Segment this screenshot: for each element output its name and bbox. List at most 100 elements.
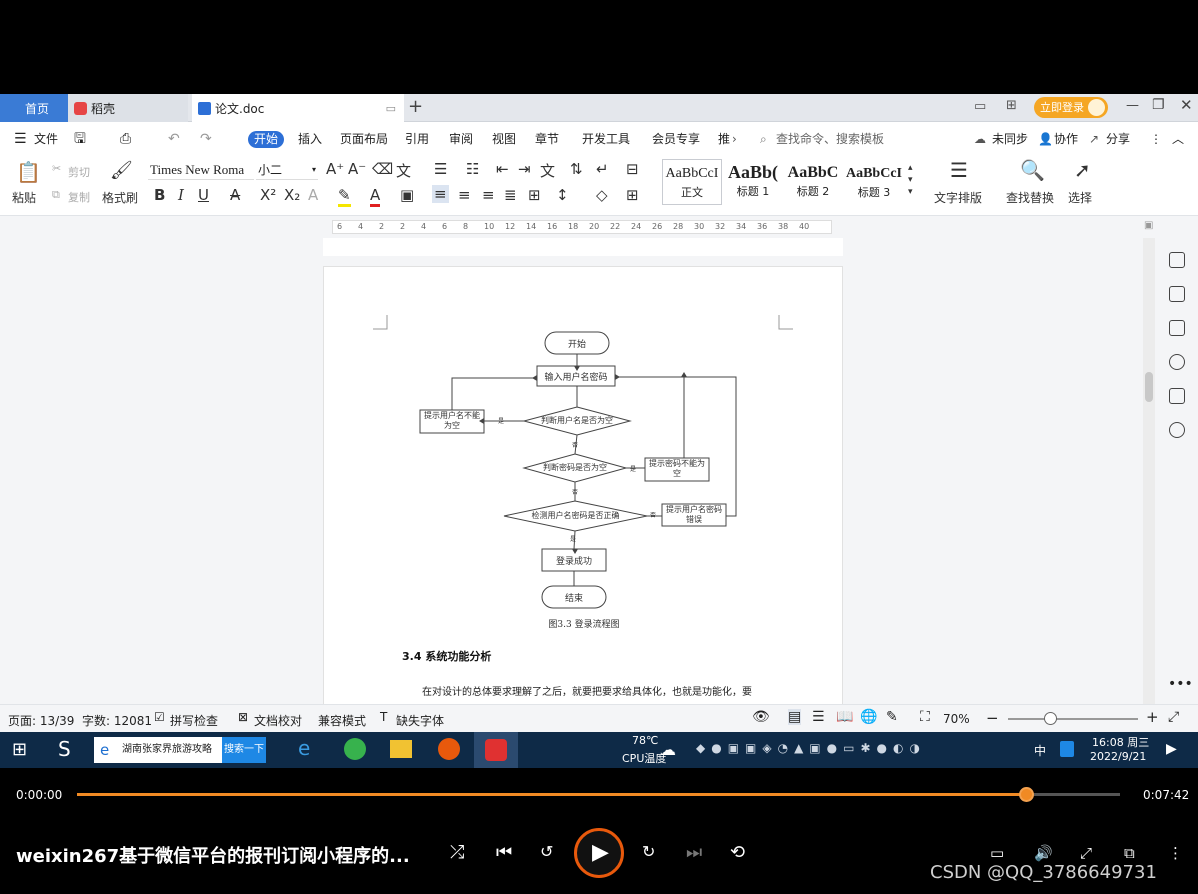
tab-references[interactable]: 引用 <box>405 122 429 156</box>
italic-icon[interactable]: I <box>178 186 184 204</box>
progress-handle[interactable] <box>1019 787 1035 802</box>
redo-icon[interactable]: ↷ <box>200 122 212 156</box>
more-player-icon[interactable]: ⋮ <box>1168 844 1183 862</box>
decrease-indent-icon[interactable]: ⇤ <box>496 160 509 178</box>
clear-format-icon[interactable]: ⌫ <box>372 160 393 178</box>
help-icon[interactable] <box>1169 354 1185 370</box>
zoom-level[interactable]: 70% <box>943 712 970 726</box>
tab-chapter[interactable]: 章节 <box>535 122 559 156</box>
bold-icon[interactable]: B <box>154 186 165 204</box>
tab-start[interactable]: 开始 <box>248 131 284 148</box>
shrink-font-icon[interactable]: A⁻ <box>348 160 366 178</box>
loop-icon[interactable]: ⟲ <box>730 842 745 863</box>
style-heading-1[interactable]: AaBb( 标题 1 <box>724 159 782 205</box>
clock-date[interactable]: 2022/9/21 <box>1090 750 1146 763</box>
command-search-input[interactable]: 查找命令、搜索模板 <box>776 122 884 156</box>
styles-scroll-icon[interactable]: ▴ ▾ ▾ <box>908 162 913 198</box>
vertical-scrollbar[interactable] <box>1143 238 1155 704</box>
cursor-icon[interactable] <box>1169 286 1185 302</box>
show-marks-icon[interactable]: ↵ <box>596 160 609 178</box>
select-cursor-icon[interactable]: ➚ <box>1074 158 1091 182</box>
browser-search-box[interactable]: e 湖南张家界旅游攻略 <box>94 737 222 763</box>
tab-view[interactable]: 视图 <box>492 122 516 156</box>
tab-document[interactable]: 论文.doc ▭ <box>192 94 404 122</box>
rewind-10-icon[interactable]: ↺ <box>540 842 553 861</box>
document-page[interactable]: 开始 输入用户名密码 判断用户名是否为空 提示用户名不能为空 判断密码是否为空 … <box>323 266 843 706</box>
collab-button[interactable]: 协作 <box>1054 122 1078 156</box>
close-icon[interactable]: ✕ <box>1180 96 1193 114</box>
save-icon[interactable]: 🖫 <box>74 122 86 156</box>
superscript-icon[interactable]: X² <box>260 186 276 204</box>
qq-icon[interactable] <box>1060 741 1074 757</box>
align-right-icon[interactable]: ≡ <box>482 186 495 204</box>
reading-mode-icon[interactable]: ▭ <box>974 99 986 114</box>
tab-home[interactable]: 首页 <box>0 94 68 122</box>
tab-dev-tools[interactable]: 开发工具 <box>582 122 630 156</box>
strikethrough-icon[interactable]: A <box>230 186 240 204</box>
style-normal[interactable]: AaBbCcI 正文 <box>662 159 722 205</box>
highlight-icon[interactable]: ✎ <box>338 186 351 207</box>
undo-icon[interactable]: ↶ <box>168 122 180 156</box>
fit-page-icon[interactable]: ⛶ <box>920 709 930 725</box>
forward-30-icon[interactable]: ↻ <box>642 842 655 861</box>
more-tools-icon[interactable]: ••• <box>1168 676 1193 692</box>
format-painter-icon[interactable]: 🖌 <box>110 160 133 181</box>
page-view-icon[interactable]: ▤ <box>788 709 802 725</box>
ime-indicator[interactable]: 中 <box>1034 742 1046 759</box>
scrollbar-thumb[interactable] <box>1145 372 1153 402</box>
zoom-slider[interactable] <box>1008 712 1138 725</box>
word-count[interactable]: 字数: 12081 <box>82 712 152 729</box>
eye-protect-icon[interactable]: 👁 <box>752 709 770 725</box>
underline-icon[interactable]: U <box>198 186 209 204</box>
login-button[interactable]: 立即登录 <box>1034 97 1108 118</box>
table-icon[interactable]: ⊟ <box>626 160 639 178</box>
fullscreen-icon[interactable]: ⤢ <box>1168 709 1179 725</box>
subtitle-icon[interactable]: ▭ <box>990 844 1004 862</box>
lightning-icon[interactable] <box>1169 422 1185 438</box>
grid-apps-icon[interactable]: ⊞ <box>1006 98 1017 113</box>
missing-font-button[interactable]: 缺失字体 <box>396 712 444 729</box>
new-tab-icon[interactable]: + <box>408 96 423 117</box>
number-list-icon[interactable]: ☷ <box>466 160 479 178</box>
bullet-list-icon[interactable]: ☰ <box>434 160 447 178</box>
cut-button[interactable]: 剪切 <box>68 164 90 180</box>
pip-icon[interactable]: ⧉ <box>1124 844 1135 862</box>
line-spacing-icon[interactable]: ↕ <box>556 186 569 204</box>
notification-icon[interactable]: ▶ <box>1166 741 1177 757</box>
font-family-select[interactable]: Times New Roma <box>148 160 254 180</box>
collapse-ribbon-icon[interactable]: ︿ <box>1172 122 1184 156</box>
tab-insert[interactable]: 插入 <box>298 122 322 156</box>
zoom-slider-thumb[interactable] <box>1044 712 1057 725</box>
char-border-icon[interactable]: ▣ <box>400 186 414 204</box>
text-layout-button[interactable]: 文字排版 <box>934 189 982 206</box>
tab-member[interactable]: 会员专享 <box>652 122 700 156</box>
pinyin-icon[interactable]: 文 <box>396 160 411 181</box>
clock-time[interactable]: 16:08 周三 <box>1092 734 1149 750</box>
style-heading-3[interactable]: AaBbCcI 标题 3 <box>844 159 904 205</box>
web-view-icon[interactable]: 🌐 <box>860 709 877 725</box>
more-icon[interactable]: ⋮ <box>1150 122 1162 156</box>
app-s-icon[interactable]: S <box>58 737 71 761</box>
shading-icon[interactable]: ◇ <box>596 186 608 204</box>
menu-file[interactable]: 文件 <box>34 122 58 156</box>
grow-font-icon[interactable]: A⁺ <box>326 160 344 178</box>
subscript-icon[interactable]: X₂ <box>284 186 300 204</box>
tab-more[interactable]: 推 <box>718 122 730 156</box>
text-layout-icon[interactable]: ☰ <box>950 158 968 182</box>
volume-icon[interactable]: 🔊 <box>1034 844 1053 862</box>
zoom-in-icon[interactable]: + <box>1146 708 1159 726</box>
copy-button[interactable]: 复制 <box>68 189 90 205</box>
page-count[interactable]: 页面: 13/39 <box>8 712 74 729</box>
sliders-icon[interactable] <box>1169 320 1185 336</box>
align-center-icon[interactable]: ≡ <box>458 186 471 204</box>
proofread-button[interactable]: 文档校对 <box>254 712 302 729</box>
previous-icon[interactable]: ⏮ <box>496 842 512 863</box>
tab-monitor-icon[interactable]: ▭ <box>386 102 396 115</box>
chinese-layout-icon[interactable]: 文 <box>540 160 555 181</box>
borders-icon[interactable]: ⊞ <box>626 186 639 204</box>
increase-indent-icon[interactable]: ⇥ <box>518 160 531 178</box>
file-explorer-icon[interactable] <box>390 740 412 758</box>
image-icon[interactable] <box>1169 388 1185 404</box>
hamburger-icon[interactable]: ☰ <box>14 122 27 156</box>
paste-icon[interactable]: 📋 <box>16 160 41 184</box>
